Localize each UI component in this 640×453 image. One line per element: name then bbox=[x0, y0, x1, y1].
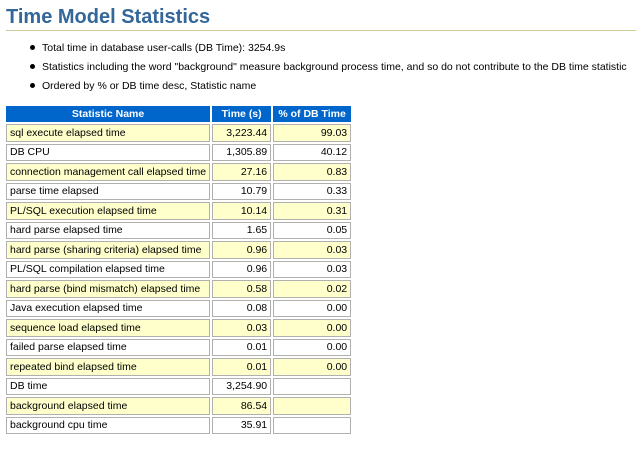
cell-time-seconds: 0.96 bbox=[212, 260, 272, 278]
table-row: hard parse (bind mismatch) elapsed time 0… bbox=[6, 280, 352, 298]
cell-pct-db-time: 0.05 bbox=[273, 221, 352, 239]
cell-time-seconds: 10.79 bbox=[212, 182, 272, 200]
cell-time-seconds: 0.58 bbox=[212, 280, 272, 298]
cell-time-seconds: 0.01 bbox=[212, 338, 272, 356]
table-row: DB CPU 1,305.89 40.12 bbox=[6, 143, 352, 161]
notes-list: Total time in database user-calls (DB Ti… bbox=[0, 41, 640, 98]
cell-time-seconds: 1,305.89 bbox=[212, 143, 272, 161]
cell-statistic-name: PL/SQL compilation elapsed time bbox=[6, 260, 211, 278]
table-row: PL/SQL compilation elapsed time 0.96 0.03 bbox=[6, 260, 352, 278]
table-row: parse time elapsed 10.79 0.33 bbox=[6, 182, 352, 200]
cell-pct-db-time: 0.03 bbox=[273, 260, 352, 278]
cell-pct-db-time: 99.03 bbox=[273, 124, 352, 142]
cell-statistic-name: DB CPU bbox=[6, 143, 211, 161]
cell-time-seconds: 3,223.44 bbox=[212, 124, 272, 142]
page-title: Time Model Statistics bbox=[6, 4, 636, 31]
note-text: Ordered by % or DB time desc, Statistic … bbox=[42, 80, 257, 92]
cell-pct-db-time: 0.00 bbox=[273, 299, 352, 317]
table-row: background elapsed time 86.54 bbox=[6, 397, 352, 415]
cell-pct-db-time: 0.02 bbox=[273, 280, 352, 298]
cell-time-seconds: 35.91 bbox=[212, 416, 272, 434]
cell-pct-db-time bbox=[273, 416, 352, 434]
cell-statistic-name: PL/SQL execution elapsed time bbox=[6, 202, 211, 220]
cell-statistic-name: sql execute elapsed time bbox=[6, 124, 211, 142]
table-row: repeated bind elapsed time 0.01 0.00 bbox=[6, 358, 352, 376]
table-row: PL/SQL execution elapsed time 10.14 0.31 bbox=[6, 202, 352, 220]
note-text: Statistics including the word "backgroun… bbox=[42, 61, 627, 73]
cell-time-seconds: 0.03 bbox=[212, 319, 272, 337]
cell-pct-db-time: 0.03 bbox=[273, 241, 352, 259]
cell-pct-db-time bbox=[273, 377, 352, 395]
cell-statistic-name: hard parse (bind mismatch) elapsed time bbox=[6, 280, 211, 298]
cell-statistic-name: repeated bind elapsed time bbox=[6, 358, 211, 376]
cell-statistic-name: sequence load elapsed time bbox=[6, 319, 211, 337]
cell-statistic-name: background cpu time bbox=[6, 416, 211, 434]
cell-time-seconds: 0.96 bbox=[212, 241, 272, 259]
column-header-statistic-name[interactable]: Statistic Name bbox=[6, 106, 211, 122]
cell-statistic-name: hard parse elapsed time bbox=[6, 221, 211, 239]
table-body: sql execute elapsed time 3,223.44 99.03 DB … bbox=[6, 124, 352, 434]
cell-pct-db-time: 0.33 bbox=[273, 182, 352, 200]
table-row: connection management call elapsed time 2… bbox=[6, 163, 352, 181]
note-item: Statistics including the word "backgroun… bbox=[0, 60, 640, 79]
table-row: hard parse elapsed time 1.65 0.05 bbox=[6, 221, 352, 239]
cell-statistic-name: background elapsed time bbox=[6, 397, 211, 415]
cell-pct-db-time: 0.83 bbox=[273, 163, 352, 181]
cell-pct-db-time: 0.00 bbox=[273, 319, 352, 337]
cell-pct-db-time: 0.00 bbox=[273, 338, 352, 356]
cell-pct-db-time: 0.00 bbox=[273, 358, 352, 376]
note-item: Ordered by % or DB time desc, Statistic … bbox=[0, 79, 640, 98]
cell-time-seconds: 10.14 bbox=[212, 202, 272, 220]
cell-pct-db-time: 0.31 bbox=[273, 202, 352, 220]
cell-pct-db-time bbox=[273, 397, 352, 415]
note-item: Total time in database user-calls (DB Ti… bbox=[0, 41, 640, 60]
table-row: hard parse (sharing criteria) elapsed ti… bbox=[6, 241, 352, 259]
note-text: Total time in database user-calls (DB Ti… bbox=[42, 42, 286, 54]
bullet-icon bbox=[30, 45, 35, 50]
cell-time-seconds: 0.01 bbox=[212, 358, 272, 376]
time-model-statistics-table: Statistic Name Time (s) % of DB Time sql… bbox=[4, 104, 353, 436]
column-header-time[interactable]: Time (s) bbox=[212, 106, 272, 122]
table-header-row: Statistic Name Time (s) % of DB Time bbox=[6, 106, 352, 122]
table-row: DB time 3,254.90 bbox=[6, 377, 352, 395]
bullet-icon bbox=[30, 83, 35, 88]
cell-statistic-name: parse time elapsed bbox=[6, 182, 211, 200]
cell-statistic-name: failed parse elapsed time bbox=[6, 338, 211, 356]
cell-statistic-name: DB time bbox=[6, 377, 211, 395]
cell-time-seconds: 3,254.90 bbox=[212, 377, 272, 395]
table-row: Java execution elapsed time 0.08 0.00 bbox=[6, 299, 352, 317]
table-row: background cpu time 35.91 bbox=[6, 416, 352, 434]
table-row: failed parse elapsed time 0.01 0.00 bbox=[6, 338, 352, 356]
table-row: sequence load elapsed time 0.03 0.00 bbox=[6, 319, 352, 337]
cell-statistic-name: hard parse (sharing criteria) elapsed ti… bbox=[6, 241, 211, 259]
cell-time-seconds: 27.16 bbox=[212, 163, 272, 181]
cell-time-seconds: 1.65 bbox=[212, 221, 272, 239]
cell-statistic-name: connection management call elapsed time bbox=[6, 163, 211, 181]
cell-statistic-name: Java execution elapsed time bbox=[6, 299, 211, 317]
table-row: sql execute elapsed time 3,223.44 99.03 bbox=[6, 124, 352, 142]
bullet-icon bbox=[30, 64, 35, 69]
cell-time-seconds: 86.54 bbox=[212, 397, 272, 415]
cell-pct-db-time: 40.12 bbox=[273, 143, 352, 161]
cell-time-seconds: 0.08 bbox=[212, 299, 272, 317]
column-header-pct-db-time[interactable]: % of DB Time bbox=[273, 106, 352, 122]
